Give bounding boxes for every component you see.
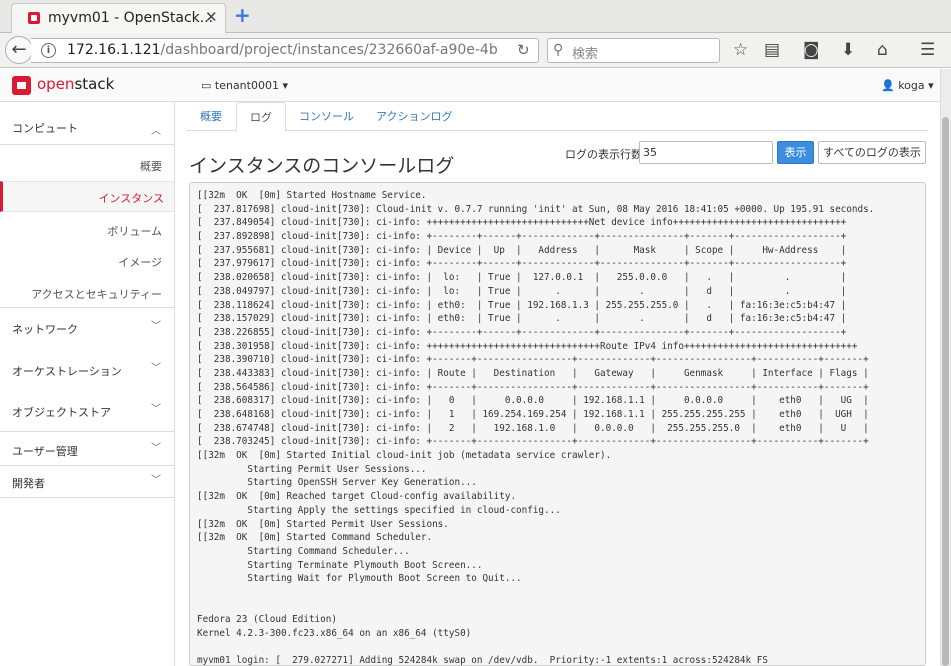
user-dropdown[interactable]: 👤 koga ▾	[881, 79, 934, 92]
browser-navbar: ← i 172.16.1.121/dashboard/project/insta…	[0, 33, 951, 68]
scrollbar-thumb[interactable]	[942, 117, 949, 666]
sidebar-divider	[0, 497, 174, 498]
tab-console[interactable]: コンソール	[299, 108, 354, 124]
browser-tab[interactable]: myvm01 - OpenStack... ✕	[11, 3, 226, 33]
openstack-brand[interactable]: openstack	[37, 75, 114, 93]
tab-action-log[interactable]: アクションログ	[376, 108, 452, 124]
sidebar: コンピュート ︿ 概要 インスタンス ボリューム イメージ アクセスとセキュリテ…	[0, 102, 175, 666]
sidebar-item-orchestration[interactable]: オーケストレーション	[12, 363, 122, 379]
sidebar-divider	[0, 307, 174, 308]
sidebar-divider	[0, 144, 174, 145]
sidebar-item-instances[interactable]: インスタンス	[0, 181, 174, 212]
tab-close-icon[interactable]: ✕	[205, 8, 218, 26]
chevron-down-icon[interactable]: ﹀	[151, 400, 161, 415]
search-input[interactable]: ⚲ 検索	[547, 38, 720, 63]
home-icon[interactable]: ⌂	[877, 40, 888, 60]
sidebar-item-network[interactable]: ネットワーク	[12, 321, 78, 337]
sidebar-item-overview[interactable]: 概要	[140, 158, 162, 174]
view-full-log-button[interactable]: すべてのログの表示	[818, 141, 926, 164]
reload-icon[interactable]: ↻	[517, 41, 530, 59]
sidebar-item-volumes[interactable]: ボリューム	[107, 223, 162, 239]
back-arrow-icon[interactable]: ←	[5, 36, 33, 64]
chevron-down-icon[interactable]: ﹀	[151, 359, 161, 374]
sidebar-item-compute[interactable]: コンピュート	[12, 120, 78, 136]
show-log-button[interactable]: 表示	[777, 141, 814, 164]
sidebar-item-identity[interactable]: ユーザー管理	[12, 443, 78, 459]
console-log-text: [[32m OK [0m] Started Hostname Service. …	[197, 190, 875, 666]
openstack-favicon-icon	[28, 12, 40, 24]
chevron-down-icon[interactable]: ﹀	[151, 317, 161, 332]
pocket-icon[interactable]: ◙	[803, 40, 820, 60]
chevron-up-icon[interactable]: ︿	[151, 122, 161, 137]
log-length-input[interactable]	[639, 141, 773, 164]
sidebar-item-object-store[interactable]: オブジェクトストア	[12, 404, 111, 420]
reading-list-icon[interactable]: ▤	[764, 40, 780, 60]
star-icon[interactable]: ☆	[733, 40, 748, 60]
url-text[interactable]: 172.16.1.121/dashboard/project/instances…	[67, 42, 498, 58]
chevron-down-icon[interactable]: ﹀	[151, 439, 161, 454]
sidebar-item-developer[interactable]: 開発者	[12, 475, 45, 491]
sidebar-item-images[interactable]: イメージ	[118, 254, 162, 270]
tenant-dropdown[interactable]: ▭ tenant0001 ▾	[201, 79, 288, 92]
search-placeholder: 検索	[572, 47, 599, 62]
console-log-panel: [[32m OK [0m] Started Hostname Service. …	[189, 182, 926, 666]
sidebar-divider	[0, 465, 174, 466]
search-icon: ⚲	[553, 42, 564, 58]
sidebar-item-access-security[interactable]: アクセスとセキュリティー	[31, 286, 162, 302]
browser-tab-strip: myvm01 - OpenStack... ✕ +	[0, 0, 951, 33]
sidebar-divider	[0, 431, 174, 432]
tab-overview[interactable]: 概要	[200, 108, 222, 124]
menu-icon[interactable]: ☰	[920, 40, 935, 60]
openstack-logo-icon[interactable]	[12, 76, 31, 95]
instance-detail-tabs: 概要 ログ コンソール アクションログ	[186, 102, 928, 132]
new-tab-icon[interactable]: +	[234, 3, 251, 27]
openstack-header: openstack ▭ tenant0001 ▾ 👤 koga ▾	[0, 69, 940, 102]
url-bar[interactable]: i 172.16.1.121/dashboard/project/instanc…	[31, 38, 539, 63]
download-icon[interactable]: ⬇	[841, 40, 855, 60]
page-title: インスタンスのコンソールログ	[189, 155, 455, 177]
chevron-down-icon[interactable]: ﹀	[151, 471, 161, 486]
log-length-label: ログの表示行数	[565, 148, 642, 161]
browser-tab-title: myvm01 - OpenStack...	[48, 10, 214, 26]
tab-log[interactable]: ログ	[236, 102, 286, 132]
site-info-icon[interactable]: i	[41, 43, 56, 58]
